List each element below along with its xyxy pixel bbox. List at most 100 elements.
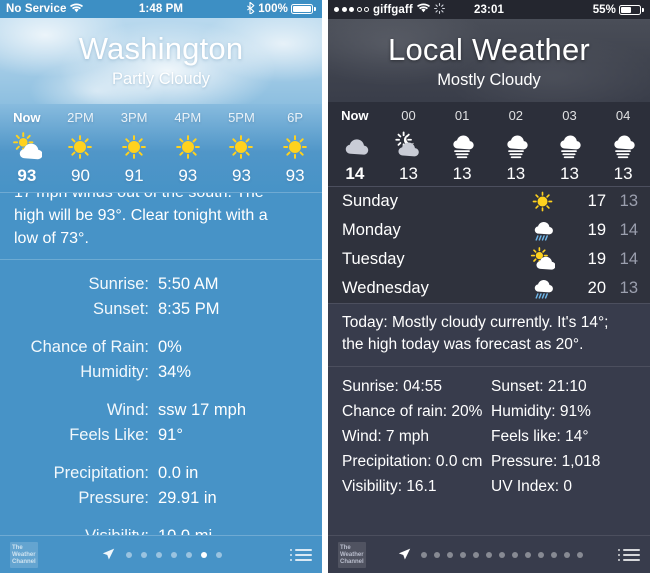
stat-row: Visibility: 16.1 UV Index: 0 bbox=[328, 474, 650, 499]
sunny-icon bbox=[65, 128, 95, 166]
page-dot[interactable] bbox=[499, 551, 505, 558]
page-dot[interactable] bbox=[551, 551, 557, 558]
page-dot[interactable] bbox=[525, 551, 531, 558]
stat-cell: Sunrise: 04:55 bbox=[342, 378, 442, 395]
stat-cell: Chance of rain: 20% bbox=[342, 403, 483, 420]
right-weather-screen: giffgaff 23:01 55% Local Weather Mostly … bbox=[328, 0, 650, 573]
hourly-time-label: Now bbox=[13, 110, 41, 125]
location-arrow-icon[interactable] bbox=[398, 548, 411, 561]
daily-forecast-row[interactable]: Wednesday 20 13 bbox=[328, 274, 650, 303]
stat-label: Feels Like: bbox=[69, 426, 149, 444]
left-hourly-forecast-strip[interactable]: Now 93 2PM 90 3PM 91 4PM 93 5PM 93 6P 93 bbox=[0, 104, 322, 192]
hourly-column[interactable]: 5PM 93 bbox=[215, 104, 269, 192]
hourly-temperature: 13 bbox=[399, 164, 418, 183]
hourly-column[interactable]: 03 13 bbox=[543, 102, 597, 186]
sunny-icon bbox=[280, 128, 310, 166]
hourly-temperature: 13 bbox=[452, 164, 472, 183]
page-dot[interactable] bbox=[186, 551, 192, 558]
left-hero-header: Washington Partly Cloudy bbox=[0, 18, 322, 104]
hourly-time-label: 00 bbox=[401, 108, 416, 123]
page-dot[interactable] bbox=[141, 551, 147, 558]
stat-row: Sunrise: 04:55 Sunset: 21:10 bbox=[328, 374, 650, 399]
partly-sunny-icon bbox=[512, 247, 572, 272]
right-bottom-bar: The Weather Channel bbox=[328, 535, 650, 573]
hourly-time-label: 6P bbox=[287, 110, 304, 125]
stat-row: Wind: ssw 17 mph bbox=[0, 398, 322, 423]
hourly-column[interactable]: 3PM 91 bbox=[107, 104, 161, 192]
stat-row: Chance of rain: 20% Humidity: 91% bbox=[328, 399, 650, 424]
stat-label: Sunset: bbox=[93, 300, 149, 318]
hourly-column[interactable]: 4PM 93 bbox=[161, 104, 215, 192]
daily-forecast-row[interactable]: Monday 19 14 bbox=[328, 216, 650, 245]
hourly-temperature: 93 bbox=[178, 166, 198, 185]
list-icon[interactable] bbox=[618, 548, 640, 561]
page-dot[interactable] bbox=[564, 551, 570, 558]
hourly-column[interactable]: 2PM 90 bbox=[54, 104, 108, 192]
right-page-indicator[interactable] bbox=[366, 548, 618, 561]
page-dot[interactable] bbox=[171, 551, 177, 558]
stat-label: Sunrise: bbox=[88, 275, 149, 293]
stat-cell: Wind: 7 mph bbox=[342, 428, 430, 445]
activity-spinner-icon bbox=[433, 2, 445, 17]
left-page-indicator[interactable] bbox=[38, 548, 290, 561]
stat-cell: Feels like: 14° bbox=[491, 428, 589, 445]
hourly-time-label: 4PM bbox=[174, 110, 202, 125]
list-icon[interactable] bbox=[290, 548, 312, 561]
stat-value: 5:50 AM bbox=[158, 275, 219, 293]
hourly-time-label: 02 bbox=[508, 108, 524, 123]
page-dot[interactable] bbox=[460, 551, 466, 558]
right-summary-line-2: the high today was forecast as 20°. bbox=[342, 336, 584, 353]
hourly-column[interactable]: Now 93 bbox=[0, 104, 54, 192]
left-bottom-bar: The Weather Channel bbox=[0, 535, 322, 573]
page-dot[interactable] bbox=[577, 551, 583, 558]
stats-spacer bbox=[0, 385, 322, 398]
hourly-column[interactable]: 02 13 bbox=[489, 102, 543, 186]
hourly-column[interactable]: 04 13 bbox=[596, 102, 650, 186]
stat-value: 29.91 in bbox=[158, 489, 217, 507]
page-dot[interactable] bbox=[434, 551, 440, 558]
hourly-column[interactable]: 01 13 bbox=[435, 102, 489, 186]
left-status-bar: No Service 1:48 PM 100% bbox=[0, 0, 322, 18]
left-summary-line-2: high will be 93°. Clear tonight with a bbox=[14, 207, 268, 224]
stat-value: 0% bbox=[158, 338, 182, 356]
sunny-icon bbox=[173, 128, 203, 166]
right-carrier-label: giffgaff bbox=[373, 3, 413, 16]
location-arrow-icon[interactable] bbox=[102, 548, 115, 561]
daily-low-temp: 14 bbox=[619, 250, 638, 268]
hourly-column[interactable]: 00 13 bbox=[382, 102, 436, 186]
rain-icon bbox=[512, 276, 572, 301]
page-dot[interactable] bbox=[126, 551, 132, 558]
stat-value: 91° bbox=[158, 426, 183, 444]
fog-icon bbox=[555, 126, 583, 164]
right-daily-forecast-list[interactable]: Sunday 17 13 Monday 19 14 Tuesday 19 14 Wednesday… bbox=[328, 187, 650, 303]
right-stats-grid: Sunrise: 04:55 Sunset: 21:10 Chance of rai… bbox=[328, 367, 650, 505]
stat-row: Sunrise: 5:50 AM bbox=[0, 272, 322, 297]
daily-forecast-row[interactable]: Tuesday 19 14 bbox=[328, 245, 650, 274]
battery-icon bbox=[291, 4, 317, 14]
daily-forecast-row[interactable]: Sunday 17 13 bbox=[328, 187, 650, 216]
daily-high-temp: 19 bbox=[587, 221, 606, 239]
hourly-column[interactable]: 6P 93 bbox=[268, 104, 322, 192]
stat-label: Precipitation: bbox=[53, 464, 149, 482]
stat-label: Humidity: bbox=[80, 363, 149, 381]
page-dot[interactable] bbox=[421, 551, 427, 558]
page-dot[interactable] bbox=[447, 551, 453, 558]
rain-icon bbox=[512, 218, 572, 243]
page-dot[interactable] bbox=[473, 551, 479, 558]
page-dot[interactable] bbox=[538, 551, 544, 558]
page-dot[interactable] bbox=[216, 551, 222, 558]
stat-row: Pressure: 29.91 in bbox=[0, 486, 322, 511]
right-hourly-forecast-strip[interactable]: Now 14 00 13 01 13 02 13 03 13 04 13 bbox=[328, 102, 650, 186]
stat-cell: UV Index: 0 bbox=[491, 478, 572, 495]
hourly-temperature: 13 bbox=[559, 164, 579, 183]
fog-icon bbox=[448, 126, 476, 164]
page-dot[interactable] bbox=[156, 551, 162, 558]
stat-row: Precipitation: 0.0 in bbox=[0, 461, 322, 486]
page-dot[interactable] bbox=[486, 551, 492, 558]
page-dot[interactable] bbox=[201, 551, 207, 558]
hourly-column[interactable]: Now 14 bbox=[328, 102, 382, 186]
daily-high-temp: 20 bbox=[587, 279, 606, 297]
sunny-icon bbox=[226, 128, 256, 166]
page-dot[interactable] bbox=[512, 551, 518, 558]
stat-cell: Sunset: 21:10 bbox=[491, 378, 587, 395]
